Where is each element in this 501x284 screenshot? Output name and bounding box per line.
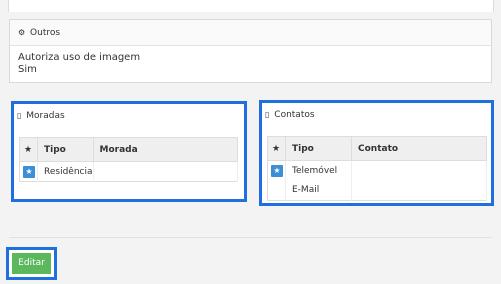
moradas-panel: ▯ Moradas ★ Tipo Morada ★ Residência <box>11 101 247 202</box>
contato-cell <box>351 180 487 201</box>
tipo-cell: E-Mail <box>285 180 352 201</box>
star-cell <box>267 180 286 201</box>
contato-column-header: Contato <box>351 136 487 161</box>
moradas-heading: ▯ Moradas <box>14 104 244 128</box>
table-row[interactable]: ★ Residência <box>19 161 238 182</box>
morada-column-header: Morada <box>93 137 238 162</box>
contatos-panel: ▯ Contatos ★ Tipo Contato ★ Telemóvel E-… <box>259 100 494 206</box>
tipo-column-header: Tipo <box>37 137 94 162</box>
outros-panel: ⚙ Outros Autoriza uso de imagem Sim <box>9 19 492 83</box>
star-cell: ★ <box>267 160 286 181</box>
outros-heading: ⚙ Outros <box>10 20 491 46</box>
gears-icon: ⚙ <box>18 28 26 37</box>
phone-icon: ▯ <box>265 110 270 119</box>
moradas-title: Moradas <box>26 111 65 121</box>
image-consent-value: Sim <box>18 64 37 75</box>
star-icon: ★ <box>271 164 283 177</box>
top-strip <box>8 0 494 12</box>
tipo-cell: Telemóvel <box>285 160 352 181</box>
contato-cell <box>351 160 487 181</box>
moradas-table: ★ Tipo Morada ★ Residência <box>19 137 238 182</box>
building-icon: ▯ <box>17 111 22 120</box>
star-column-header: ★ <box>19 137 38 162</box>
tipo-column-header: Tipo <box>285 136 352 161</box>
divider <box>9 237 492 238</box>
page: ⚙ Outros Autoriza uso de imagem Sim ▯ Mo… <box>0 0 501 284</box>
star-icon: ★ <box>23 165 35 178</box>
star-cell: ★ <box>19 161 38 182</box>
outros-title: Outros <box>30 28 61 38</box>
star-column-header: ★ <box>267 136 286 161</box>
contatos-heading: ▯ Contatos <box>262 103 491 127</box>
image-consent-label: Autoriza uso de imagem <box>18 52 141 63</box>
tipo-cell: Residência <box>37 161 94 182</box>
table-row[interactable]: ★ Telemóvel <box>267 160 487 181</box>
edit-button[interactable]: Editar <box>12 253 51 274</box>
table-row[interactable]: E-Mail <box>267 180 487 201</box>
contatos-title: Contatos <box>274 110 315 120</box>
edit-button-highlight: Editar <box>6 247 57 280</box>
contatos-table: ★ Tipo Contato ★ Telemóvel E-Mail <box>267 136 487 201</box>
morada-cell <box>93 161 238 182</box>
